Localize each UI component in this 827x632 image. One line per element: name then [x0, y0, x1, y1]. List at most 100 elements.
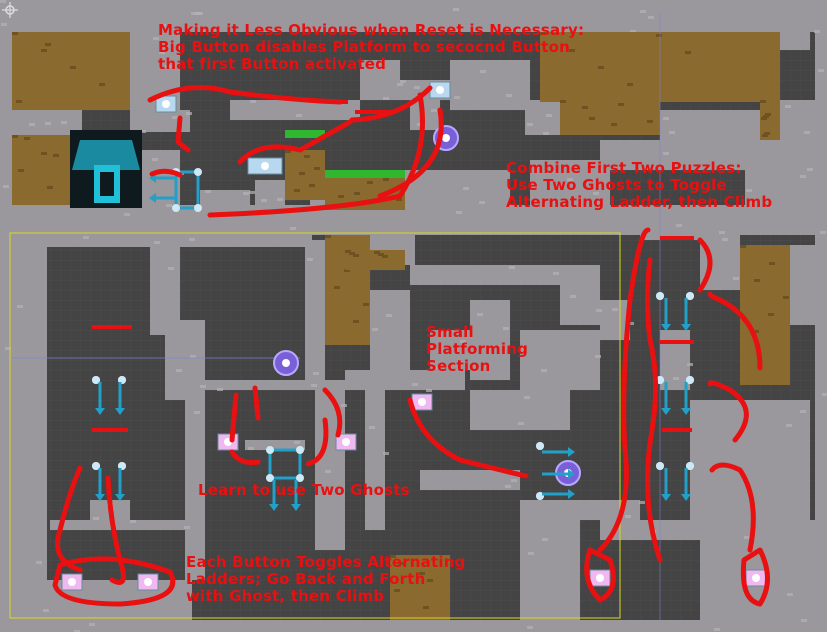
- stone-speckle: [663, 152, 669, 155]
- stone-speckle: [152, 158, 158, 161]
- stone-speckle: [822, 393, 827, 396]
- stone-speckle: [43, 609, 49, 612]
- stone-speckle: [277, 198, 283, 201]
- dirt-speckle: [353, 320, 359, 323]
- crosshair-handle-icon[interactable]: [2, 2, 18, 18]
- stone-speckle: [463, 187, 469, 190]
- stone-speckle: [261, 199, 267, 202]
- stone-speckle: [625, 515, 631, 518]
- pressure-button-icon: [137, 573, 159, 591]
- stone-speckle: [663, 117, 669, 120]
- dirt-speckle: [382, 255, 388, 258]
- stone-speckle: [412, 383, 418, 386]
- dirt-speckle: [70, 66, 76, 69]
- stone-speckle: [426, 389, 432, 392]
- dirt-speckle: [760, 100, 766, 103]
- stone-speckle: [154, 241, 160, 244]
- stone-speckle: [400, 80, 406, 83]
- dirt-speckle: [367, 181, 373, 184]
- stone-speckle: [553, 272, 559, 275]
- dirt-speckle: [334, 286, 340, 289]
- stone-speckle: [528, 552, 534, 555]
- dirt-speckle: [765, 113, 771, 116]
- dirt-speckle: [41, 49, 47, 52]
- stone-speckle: [546, 114, 552, 117]
- dirt-speckle: [560, 100, 566, 103]
- stone-speckle: [818, 69, 824, 72]
- dirt-speckle: [423, 606, 429, 609]
- dirt-speckle: [325, 235, 331, 238]
- stone-speckle: [454, 96, 460, 99]
- stone-speckle: [29, 123, 35, 126]
- annotation-dash: [662, 428, 692, 432]
- annotation-reset-note: Making it Less Obvious when Reset is Nec…: [158, 21, 585, 73]
- stone-speckle: [89, 623, 95, 626]
- stone-speckle: [518, 422, 524, 425]
- stone-wall: [520, 330, 600, 390]
- stone-speckle: [800, 175, 806, 178]
- level-editor-canvas[interactable]: Making it Less Obvious when Reset is Nec…: [0, 0, 827, 632]
- stone-speckle: [814, 30, 820, 33]
- stone-speckle: [166, 204, 172, 207]
- dirt-speckle: [769, 262, 775, 265]
- dirt-speckle: [647, 120, 653, 123]
- stone-speckle: [176, 369, 182, 372]
- dirt-block: [560, 100, 660, 135]
- stone-speckle: [456, 211, 462, 214]
- stone-speckle: [801, 619, 807, 622]
- dirt-speckle: [618, 103, 624, 106]
- stone-wall: [140, 150, 180, 210]
- stone-speckle: [676, 224, 682, 227]
- stone-speckle: [543, 132, 549, 135]
- dirt-speckle: [768, 313, 774, 316]
- stone-wall: [525, 100, 560, 135]
- annotation-dash: [355, 110, 391, 114]
- stone-speckle: [414, 86, 420, 89]
- annotation-alternating-note: Each Button Toggles Alternating Ladders;…: [186, 553, 466, 605]
- stone-speckle: [714, 628, 720, 631]
- stone-speckle: [311, 384, 317, 387]
- annotation-dash: [330, 100, 348, 104]
- stone-wall: [0, 0, 827, 12]
- dirt-speckle: [304, 155, 310, 158]
- pressure-button-icon: [61, 573, 83, 591]
- dirt-speckle: [314, 167, 320, 170]
- stone-speckle: [243, 192, 249, 195]
- dirt-speckle: [45, 43, 51, 46]
- stone-speckle: [200, 385, 206, 388]
- dirt-speckle: [589, 117, 595, 120]
- dirt-speckle: [338, 195, 344, 198]
- stone-wall: [12, 235, 47, 625]
- dirt-speckle: [12, 32, 18, 35]
- dirt-block: [740, 245, 790, 385]
- stone-speckle: [397, 83, 403, 86]
- stone-speckle: [195, 12, 201, 15]
- dirt-speckle: [41, 152, 47, 155]
- stone-speckle: [524, 396, 530, 399]
- stone-speckle: [786, 424, 792, 427]
- stone-speckle: [124, 213, 130, 216]
- stone-speckle: [17, 305, 23, 308]
- stone-speckle: [505, 485, 511, 488]
- annotation-stroke: [252, 385, 261, 421]
- stone-speckle: [719, 231, 725, 234]
- dirt-speckle: [309, 184, 315, 187]
- dirt-speckle: [353, 254, 359, 257]
- dirt-speckle: [764, 132, 770, 135]
- annotation-two-ghosts-note: Learn to use Two Ghosts: [198, 481, 410, 499]
- stone-speckle: [184, 526, 190, 529]
- annotation-dash: [92, 428, 128, 432]
- annotation-dash: [660, 236, 694, 240]
- stone-wall: [660, 110, 760, 140]
- stone-speckle: [386, 314, 392, 317]
- dirt-speckle: [16, 100, 22, 103]
- stone-speckle: [669, 131, 675, 134]
- stone-speckle: [431, 109, 437, 112]
- stone-speckle: [168, 267, 174, 270]
- level-map: [0, 0, 827, 632]
- stone-speckle: [479, 201, 485, 204]
- dirt-speckle: [363, 303, 369, 306]
- stone-speckle: [807, 168, 813, 171]
- stone-wall: [410, 265, 560, 285]
- stone-speckle: [820, 231, 826, 234]
